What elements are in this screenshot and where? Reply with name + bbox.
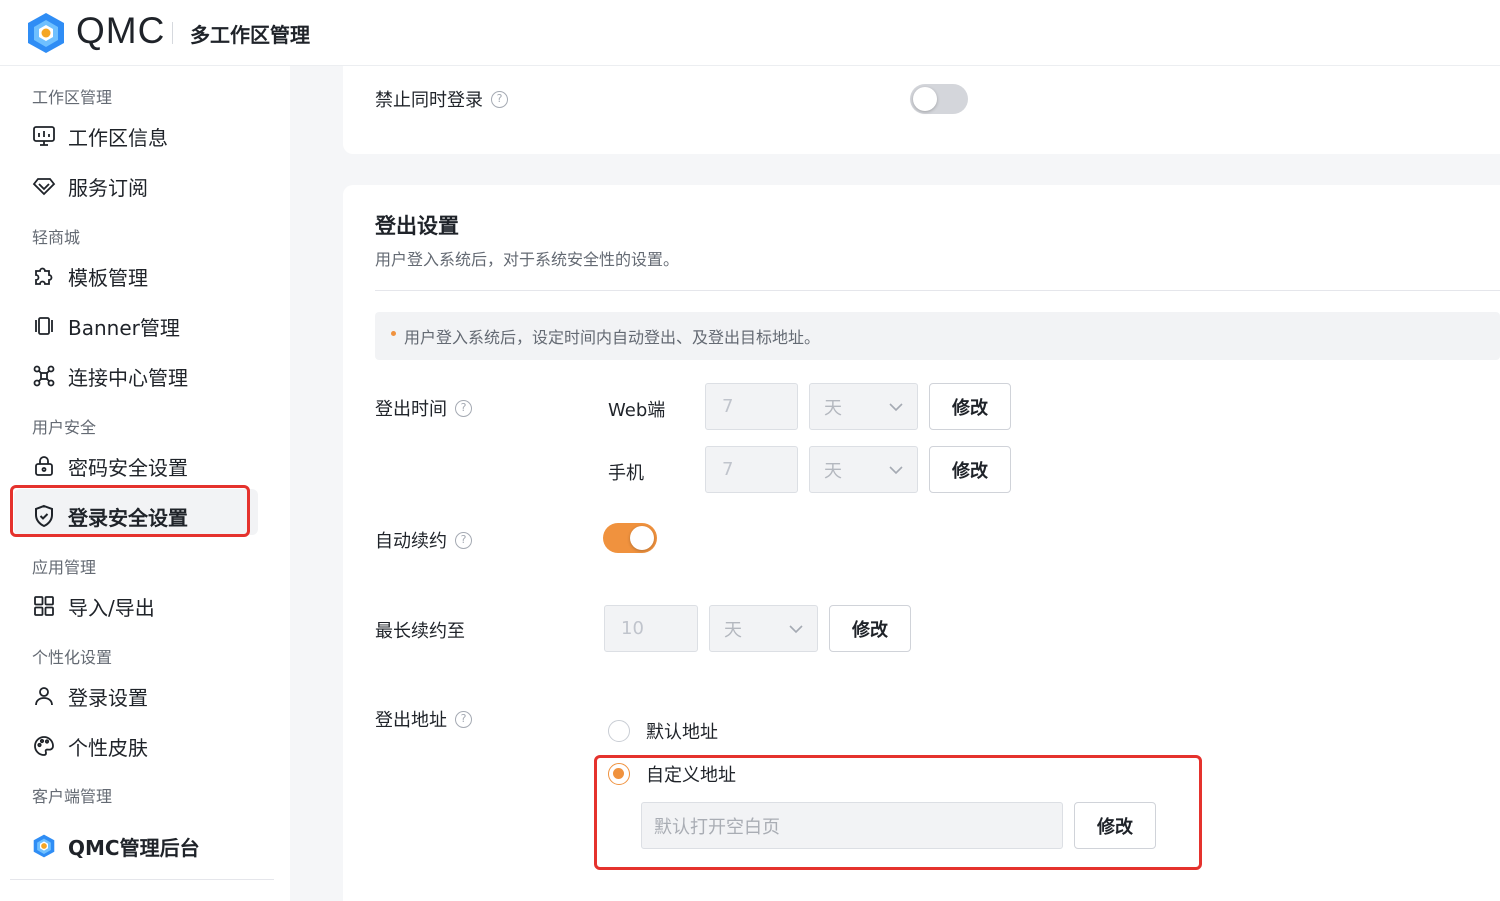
notice-banner: 用户登入系统后，设定时间内自动登出、及登出目标地址。 (375, 312, 1500, 360)
sidebar-item-label: 个性皮肤 (68, 735, 148, 760)
custom-address-input[interactable]: 默认打开空白页 (641, 802, 1063, 849)
mobile-logout-unit-select[interactable]: 天 (809, 446, 918, 493)
custom-address-radio[interactable] (608, 763, 630, 785)
sidebar-item-connect-center[interactable]: 连接中心管理 (30, 356, 270, 396)
logout-address-text: 登出地址 (375, 710, 447, 731)
chevron-down-icon (889, 402, 903, 411)
help-icon[interactable]: ? (455, 710, 472, 728)
bullet-dot (391, 330, 396, 336)
concurrent-login-text: 禁止同时登录 (375, 90, 483, 111)
max-renew-value-input[interactable]: 10 (604, 605, 698, 652)
sidebar-item-label: 导入/导出 (68, 595, 155, 620)
sidebar-section-workspace: 工作区管理 (32, 88, 113, 107)
sidebar-item-label: 连接中心管理 (68, 365, 188, 390)
unit-value: 天 (724, 619, 742, 641)
sidebar-item-login-security[interactable]: 登录安全设置 (30, 496, 270, 536)
chevron-down-icon (889, 465, 903, 474)
max-renew-modify-button[interactable]: 修改 (829, 605, 911, 652)
sidebar-section-client: 客户端管理 (32, 787, 113, 806)
banner-icon (30, 312, 58, 340)
logout-time-label: 登出时间 ? (375, 395, 472, 421)
top-header: QMC 多工作区管理 (0, 0, 1500, 66)
section-description: 用户登入系统后，对于系统安全性的设置。 (375, 250, 680, 269)
sidebar-item-label: 登录设置 (68, 685, 148, 710)
auto-renew-label: 自动续约 ? (375, 527, 472, 553)
concurrent-login-label: 禁止同时登录 ? (375, 86, 508, 112)
radio-label: 默认地址 (646, 722, 718, 743)
shield-icon (30, 502, 58, 530)
sidebar-item-banner[interactable]: Banner管理 (30, 306, 270, 346)
logout-address-label: 登出地址 ? (375, 706, 472, 732)
custom-address-modify-button[interactable]: 修改 (1074, 802, 1156, 849)
toggle-knob (913, 87, 937, 111)
concurrent-login-toggle[interactable] (910, 84, 968, 114)
default-address-radio-option[interactable]: 默认地址 (608, 718, 718, 744)
unit-value: 天 (824, 397, 842, 419)
unit-value: 天 (824, 460, 842, 482)
sidebar-item-skin[interactable]: 个性皮肤 (30, 726, 270, 766)
lock-icon (30, 452, 58, 480)
user-icon (30, 682, 58, 710)
section-divider (375, 290, 1500, 291)
notice-text: 用户登入系统后，设定时间内自动登出、及登出目标地址。 (404, 328, 821, 347)
section-title: 登出设置 (375, 214, 459, 238)
help-icon[interactable]: ? (491, 90, 508, 108)
sidebar-item-label: QMC管理后台 (68, 835, 200, 860)
max-renew-unit-select[interactable]: 天 (709, 605, 818, 652)
auto-renew-text: 自动续约 (375, 531, 447, 552)
connect-icon (30, 362, 58, 390)
sidebar-section-personalization: 个性化设置 (32, 648, 113, 667)
sidebar-section-app-management: 应用管理 (32, 558, 97, 577)
sidebar-item-import-export[interactable]: 导入/导出 (30, 586, 270, 626)
sidebar-item-label: 服务订阅 (68, 175, 148, 200)
chevron-down-icon (789, 624, 803, 633)
auto-renew-toggle[interactable] (603, 523, 657, 553)
sidebar-section-mall: 轻商城 (32, 228, 81, 247)
sidebar-item-label: 工作区信息 (68, 125, 168, 150)
sidebar-item-label: 登录安全设置 (68, 505, 188, 530)
logout-settings-card (343, 185, 1500, 901)
sidebar-item-login-settings[interactable]: 登录设置 (30, 676, 270, 716)
page-title: 多工作区管理 (190, 23, 310, 47)
monitor-icon (30, 122, 58, 150)
mobile-platform-label: 手机 (608, 463, 644, 484)
puzzle-icon (30, 262, 58, 290)
radio-label: 自定义地址 (646, 765, 736, 786)
grid-icon (30, 592, 58, 620)
help-icon[interactable]: ? (455, 531, 472, 549)
sidebar-item-label: 密码安全设置 (68, 455, 188, 480)
web-platform-label: Web端 (608, 400, 666, 421)
sidebar-item-templates[interactable]: 模板管理 (30, 256, 270, 296)
help-icon[interactable]: ? (455, 399, 472, 417)
palette-icon (30, 732, 58, 760)
default-address-radio[interactable] (608, 720, 630, 742)
web-logout-unit-select[interactable]: 天 (809, 383, 918, 430)
web-logout-modify-button[interactable]: 修改 (929, 383, 1011, 430)
sidebar-item-label: 模板管理 (68, 265, 148, 290)
sidebar-section-user-security: 用户安全 (32, 418, 97, 437)
max-renew-label: 最长续约至 (375, 621, 465, 642)
web-logout-value-input[interactable]: 7 (705, 383, 798, 430)
logout-time-text: 登出时间 (375, 399, 447, 420)
sidebar-item-label: Banner管理 (68, 315, 180, 340)
mobile-logout-modify-button[interactable]: 修改 (929, 446, 1011, 493)
header-divider (172, 22, 173, 44)
sidebar-item-workspace-info[interactable]: 工作区信息 (30, 116, 270, 156)
sidebar-item-password-security[interactable]: 密码安全设置 (30, 446, 270, 486)
brand-name: QMC (76, 10, 166, 51)
sidebar-item-qmc-admin[interactable]: QMC管理后台 (30, 826, 270, 866)
custom-address-radio-option[interactable]: 自定义地址 (608, 761, 736, 787)
toggle-knob (630, 526, 654, 550)
qmc-logo-icon (28, 13, 64, 53)
sidebar-divider (10, 879, 274, 880)
qmc-logo-icon (30, 832, 58, 860)
diamond-icon (30, 172, 58, 200)
sidebar-item-subscription[interactable]: 服务订阅 (30, 166, 270, 206)
mobile-logout-value-input[interactable]: 7 (705, 446, 798, 493)
